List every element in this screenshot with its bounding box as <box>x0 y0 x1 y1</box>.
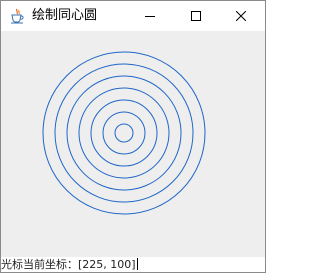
concentric-circle <box>54 63 194 203</box>
concentric-circle <box>90 99 158 167</box>
status-bar: 光标当前坐标：[225, 100] <box>1 257 265 272</box>
text-caret <box>136 258 138 270</box>
concentric-circle <box>66 75 182 191</box>
close-button[interactable] <box>219 1 263 31</box>
concentric-circle <box>102 111 146 155</box>
minimize-button[interactable] <box>128 1 172 31</box>
concentric-circles <box>42 51 206 215</box>
cursor-coordinate-value: [225, 100] <box>78 258 136 271</box>
java-coffee-cup-icon[interactable] <box>9 8 25 24</box>
maximize-icon <box>191 11 201 21</box>
cursor-coordinate-readout[interactable]: 光标当前坐标：[225, 100] <box>1 258 138 271</box>
window-title: 绘制同心圆 <box>32 8 98 23</box>
drawing-canvas[interactable] <box>1 31 265 257</box>
concentric-circle <box>78 87 170 179</box>
close-icon <box>236 11 246 21</box>
maximize-button[interactable] <box>174 1 218 31</box>
cursor-coordinate-label: 光标当前坐标： <box>1 258 78 271</box>
minimize-icon <box>145 11 155 21</box>
concentric-circle <box>114 123 134 143</box>
title-bar[interactable]: 绘制同心圆 <box>1 1 265 31</box>
app-window: 绘制同心圆 光标当前坐标：[225, 100] <box>0 0 266 273</box>
